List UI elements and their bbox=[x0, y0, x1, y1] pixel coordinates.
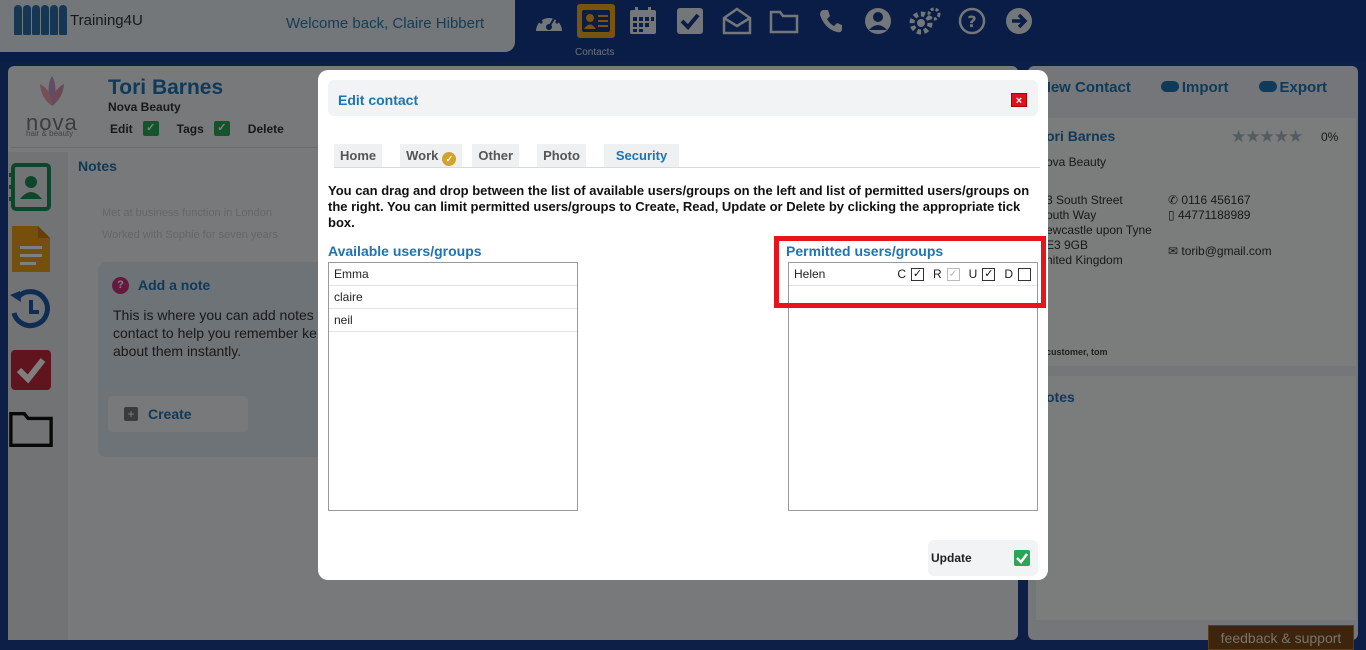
highlight-box bbox=[774, 236, 1046, 308]
modal-header: Edit contact × bbox=[328, 80, 1038, 116]
tab-photo[interactable]: Photo bbox=[537, 144, 586, 168]
tab-work-label: Work bbox=[406, 148, 439, 163]
update-button[interactable]: Update bbox=[928, 540, 1038, 576]
update-label: Update bbox=[931, 551, 972, 565]
available-users-list[interactable]: Emma claire neil bbox=[328, 262, 578, 511]
tab-divider bbox=[334, 167, 1040, 168]
list-item[interactable]: Emma bbox=[329, 263, 577, 286]
modal-title: Edit contact bbox=[338, 92, 419, 108]
check-icon bbox=[1014, 550, 1030, 569]
available-users-title: Available users/groups bbox=[328, 243, 482, 259]
list-item[interactable]: claire bbox=[329, 286, 577, 309]
security-instructions: You can drag and drop between the list o… bbox=[328, 183, 1030, 230]
tab-home[interactable]: Home bbox=[334, 144, 383, 168]
modal-tabs: Home Work ✓ Other Photo Security bbox=[334, 144, 680, 168]
tab-work[interactable]: Work ✓ bbox=[400, 144, 463, 168]
list-item[interactable]: neil bbox=[329, 309, 577, 332]
edit-contact-modal: Edit contact × Home Work ✓ Other Photo Se… bbox=[318, 70, 1048, 580]
tab-security[interactable]: Security bbox=[603, 144, 680, 168]
close-icon[interactable]: × bbox=[1011, 93, 1027, 107]
check-badge-icon: ✓ bbox=[442, 152, 457, 166]
tab-other[interactable]: Other bbox=[472, 144, 520, 168]
